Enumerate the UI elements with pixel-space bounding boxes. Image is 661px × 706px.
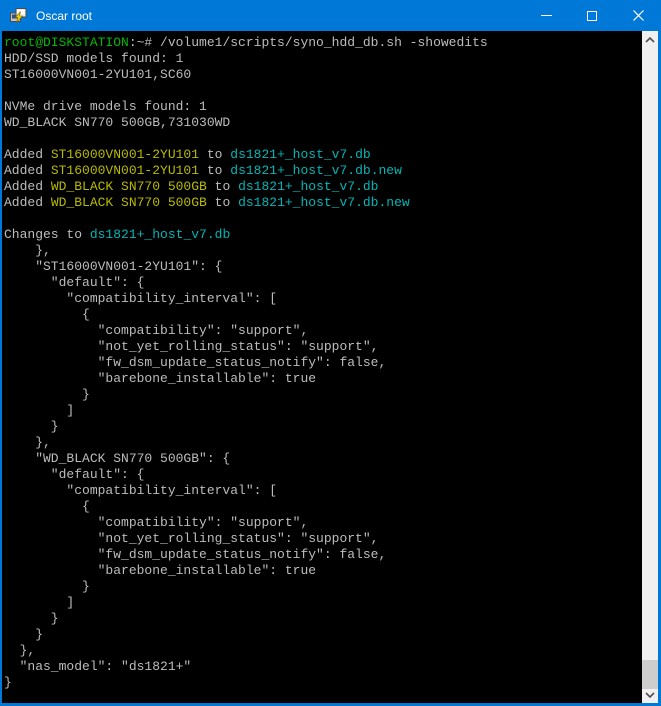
terminal-line: },	[4, 435, 642, 451]
terminal-line: }	[4, 419, 642, 435]
terminal-line: "default": {	[4, 467, 642, 483]
terminal-line: HDD/SSD models found: 1	[4, 51, 642, 67]
scrollbar-up-arrow[interactable]	[642, 31, 658, 48]
close-icon	[633, 10, 644, 21]
terminal-line: "compatibility": "support",	[4, 323, 642, 339]
terminal-line: "compatibility_interval": [	[4, 291, 642, 307]
terminal-line: },	[4, 243, 642, 259]
terminal-line: {	[4, 499, 642, 515]
terminal-line	[4, 131, 642, 147]
terminal-line: ]	[4, 595, 642, 611]
terminal-line: ST16000VN001-2YU101,SC60	[4, 67, 642, 83]
terminal-line: "fw_dsm_update_status_notify": false,	[4, 355, 642, 371]
terminal-line: WD_BLACK SN770 500GB,731030WD	[4, 115, 642, 131]
terminal-line: {	[4, 307, 642, 323]
putty-app-icon[interactable]	[9, 7, 27, 25]
chevron-up-icon	[645, 37, 655, 43]
terminal-line: NVMe drive models found: 1	[4, 99, 642, 115]
terminal-line: "default": {	[4, 275, 642, 291]
terminal-line: Added ST16000VN001-2YU101 to ds1821+_hos…	[4, 147, 642, 163]
terminal-line: "fw_dsm_update_status_notify": false,	[4, 547, 642, 563]
terminal-line: ]	[4, 403, 642, 419]
terminal-line: "not_yet_rolling_status": "support",	[4, 531, 642, 547]
terminal-line: root@DISKSTATION:~# /volume1/scripts/syn…	[4, 35, 642, 51]
terminal-line: Added WD_BLACK SN770 500GB to ds1821+_ho…	[4, 195, 642, 211]
terminal-line: }	[4, 611, 642, 627]
putty-window: Oscar root root@DISKSTATION:~# /volume1/…	[0, 0, 661, 706]
terminal-line	[4, 211, 642, 227]
terminal-line: }	[4, 627, 642, 643]
scrollbar	[642, 31, 658, 703]
terminal-line: Added ST16000VN001-2YU101 to ds1821+_hos…	[4, 163, 642, 179]
terminal-line: "WD_BLACK SN770 500GB": {	[4, 451, 642, 467]
terminal-line: "barebone_installable": true	[4, 563, 642, 579]
terminal-line: Changes to ds1821+_host_v7.db	[4, 227, 642, 243]
terminal-line: "barebone_installable": true	[4, 371, 642, 387]
minimize-icon	[541, 15, 552, 16]
terminal-line: "nas_model": "ds1821+"	[4, 659, 642, 675]
close-button[interactable]	[615, 0, 661, 31]
maximize-icon	[587, 11, 597, 21]
maximize-button[interactable]	[569, 0, 615, 31]
terminal-line: "compatibility": "support",	[4, 515, 642, 531]
terminal-line: "not_yet_rolling_status": "support",	[4, 339, 642, 355]
terminal-line: },	[4, 643, 642, 659]
terminal-line: }	[4, 675, 642, 691]
terminal-line: "compatibility_interval": [	[4, 483, 642, 499]
terminal-screen[interactable]: root@DISKSTATION:~# /volume1/scripts/syn…	[2, 31, 642, 703]
window-controls	[523, 0, 661, 31]
terminal-line: Added WD_BLACK SN770 500GB to ds1821+_ho…	[4, 179, 642, 195]
title-bar[interactable]: Oscar root	[0, 0, 661, 31]
minimize-button[interactable]	[523, 0, 569, 31]
terminal-line	[4, 83, 642, 99]
terminal-line: "ST16000VN001-2YU101": {	[4, 259, 642, 275]
terminal-line: }	[4, 387, 642, 403]
window-title: Oscar root	[36, 9, 523, 23]
terminal-line: }	[4, 579, 642, 595]
scrollbar-track[interactable]	[642, 48, 658, 686]
chevron-down-icon	[645, 692, 655, 698]
window-body: root@DISKSTATION:~# /volume1/scripts/syn…	[0, 31, 661, 706]
scrollbar-thumb[interactable]	[642, 660, 658, 689]
